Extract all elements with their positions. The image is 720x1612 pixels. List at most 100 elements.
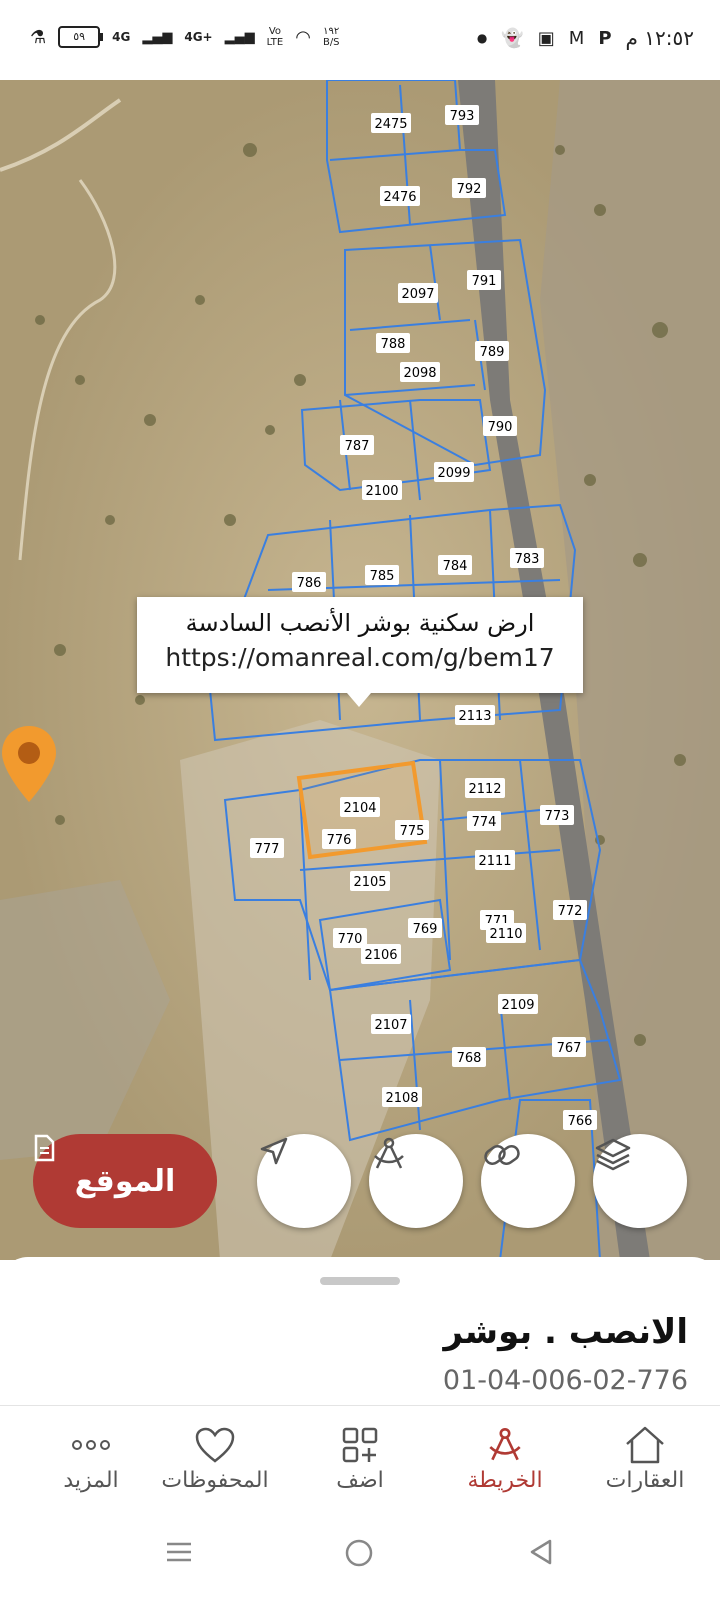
- bottom-nav: المزيد المحفوظات اضف الخريطة العقارات: [0, 1405, 720, 1514]
- parcel-label[interactable]: 2113: [455, 705, 495, 725]
- parcel-label[interactable]: 775: [395, 820, 429, 840]
- parcel-label[interactable]: 768: [452, 1047, 486, 1067]
- svg-text:2475: 2475: [374, 117, 407, 132]
- svg-text:788: 788: [381, 337, 406, 352]
- net-speed-value: ١٩٢: [323, 26, 340, 37]
- parcel-label[interactable]: 787: [340, 435, 374, 455]
- svg-text:785: 785: [370, 569, 395, 584]
- parcel-label[interactable]: 769: [408, 918, 442, 938]
- parcel-label[interactable]: 2104: [340, 797, 380, 817]
- svg-text:2476: 2476: [383, 190, 416, 205]
- parcel-label[interactable]: 767: [552, 1037, 586, 1057]
- parcel-label[interactable]: 788: [376, 333, 410, 353]
- svg-text:786: 786: [297, 576, 322, 591]
- home-circle-icon[interactable]: [343, 1537, 375, 1569]
- bottom-sheet[interactable]: الانصب . بوشر 01-04-006-02-776: [0, 1257, 720, 1405]
- volte-bottom: LTE: [266, 37, 284, 48]
- nav-more[interactable]: المزيد: [36, 1422, 146, 1493]
- parcel-label[interactable]: 784: [438, 555, 472, 575]
- parcel-label[interactable]: 772: [553, 900, 587, 920]
- svg-text:766: 766: [568, 1114, 593, 1129]
- parcel-label[interactable]: 776: [322, 829, 356, 849]
- parcel-label[interactable]: 774: [467, 811, 501, 831]
- parcel-label[interactable]: 2112: [465, 778, 505, 798]
- parcel-label[interactable]: 792: [452, 178, 486, 198]
- battery-icon: ٥٩: [58, 26, 104, 48]
- popup-url[interactable]: https://omanreal.com/g/bem17: [137, 643, 583, 672]
- net-speed: ١٩٢ B/S: [323, 26, 340, 48]
- navigate-button[interactable]: [257, 1134, 351, 1228]
- measure-button[interactable]: [369, 1134, 463, 1228]
- nav-more-label: المزيد: [63, 1468, 119, 1493]
- link-icon: [484, 1145, 520, 1165]
- parcel-label[interactable]: 2106: [361, 944, 401, 964]
- parcel-label[interactable]: 2105: [350, 871, 390, 891]
- svg-text:2100: 2100: [365, 484, 398, 499]
- parcel-label[interactable]: 773: [540, 805, 574, 825]
- add-grid-icon: [310, 1422, 410, 1468]
- parcel-label[interactable]: 786: [292, 572, 326, 592]
- parcel-label[interactable]: 790: [483, 416, 517, 436]
- gmail-icon: M: [568, 27, 585, 49]
- parcel-label[interactable]: 793: [445, 105, 479, 125]
- parcel-label[interactable]: 2475: [371, 113, 411, 133]
- heart-icon: [150, 1422, 280, 1468]
- map-pin-icon[interactable]: [0, 724, 58, 804]
- parcel-label[interactable]: 2111: [475, 850, 515, 870]
- parcel-label[interactable]: 2098: [400, 362, 440, 382]
- parcel-label[interactable]: 789: [475, 341, 509, 361]
- map-compass-icon: [450, 1422, 560, 1468]
- net-speed-unit: B/S: [322, 37, 340, 48]
- status-bar: ⚗ ٥٩ 4G ▂▄▆ 4G+ ▂▄▆ Vo LTE ◠ ١٩٢ B/S ● 👻 ▣…: [0, 0, 720, 80]
- svg-text:2098: 2098: [403, 366, 436, 381]
- svg-text:789: 789: [480, 345, 505, 360]
- status-right: ● 👻 ▣ M P ١٢:٥٢ م: [477, 26, 694, 50]
- link-button[interactable]: [481, 1134, 575, 1228]
- svg-text:2106: 2106: [364, 948, 397, 963]
- parcel-label[interactable]: 2108: [382, 1087, 422, 1107]
- parcel-label[interactable]: 785: [365, 565, 399, 585]
- svg-text:2099: 2099: [437, 466, 470, 481]
- parcel-label[interactable]: 791: [467, 270, 501, 290]
- signal-4gplus-icon: 4G+: [184, 30, 213, 44]
- parcel-label[interactable]: 2099: [434, 462, 474, 482]
- wifi-icon: ◠: [295, 26, 311, 48]
- layers-button[interactable]: [593, 1134, 687, 1228]
- nav-map-label: الخريطة: [467, 1468, 543, 1493]
- parcel-label[interactable]: 2110: [486, 923, 526, 943]
- recents-icon[interactable]: [164, 1537, 194, 1567]
- nav-add[interactable]: اضف: [310, 1422, 410, 1493]
- flask-icon: ⚗: [30, 26, 47, 48]
- parcel-label[interactable]: 766: [563, 1110, 597, 1130]
- popup-title: ارض سكنية بوشر الأنصب السادسة: [185, 609, 535, 637]
- nav-map[interactable]: الخريطة: [450, 1422, 560, 1493]
- parcel-label[interactable]: 783: [510, 548, 544, 568]
- map-popup[interactable]: ارض سكنية بوشر الأنصب السادسة https://om…: [137, 597, 583, 707]
- p-icon: P: [598, 27, 612, 49]
- parcel-label[interactable]: 2109: [498, 994, 538, 1014]
- clock: ١٢:٥٢ م: [625, 26, 694, 50]
- nav-properties[interactable]: العقارات: [590, 1422, 700, 1493]
- more-icon: [36, 1422, 146, 1468]
- document-icon: [34, 1134, 55, 1162]
- svg-text:767: 767: [557, 1041, 582, 1056]
- svg-text:774: 774: [472, 815, 497, 830]
- measure-icon: [374, 1137, 404, 1169]
- svg-text:2109: 2109: [501, 998, 534, 1013]
- nav-saved[interactable]: المحفوظات: [150, 1422, 280, 1493]
- signal-bars-icon-2: ▂▄▆: [224, 29, 255, 45]
- location-button[interactable]: الموقع: [33, 1134, 217, 1228]
- signal-4g-icon: 4G: [112, 30, 131, 44]
- parcel-label[interactable]: 2097: [398, 283, 438, 303]
- parcel-label[interactable]: 2107: [371, 1014, 411, 1034]
- svg-text:769: 769: [413, 922, 438, 937]
- drag-handle[interactable]: [320, 1277, 400, 1285]
- parcel-label[interactable]: 777: [250, 838, 284, 858]
- sim-icon: ▣: [537, 27, 555, 49]
- parcel-label[interactable]: 2100: [362, 480, 402, 500]
- svg-text:776: 776: [327, 833, 352, 848]
- parcel-label[interactable]: 2476: [380, 186, 420, 206]
- dot-icon: ●: [476, 31, 488, 45]
- back-icon[interactable]: [526, 1537, 556, 1567]
- map-view[interactable]: 2475 793 2476 792 2097 791 788 789 2098 …: [0, 80, 720, 1260]
